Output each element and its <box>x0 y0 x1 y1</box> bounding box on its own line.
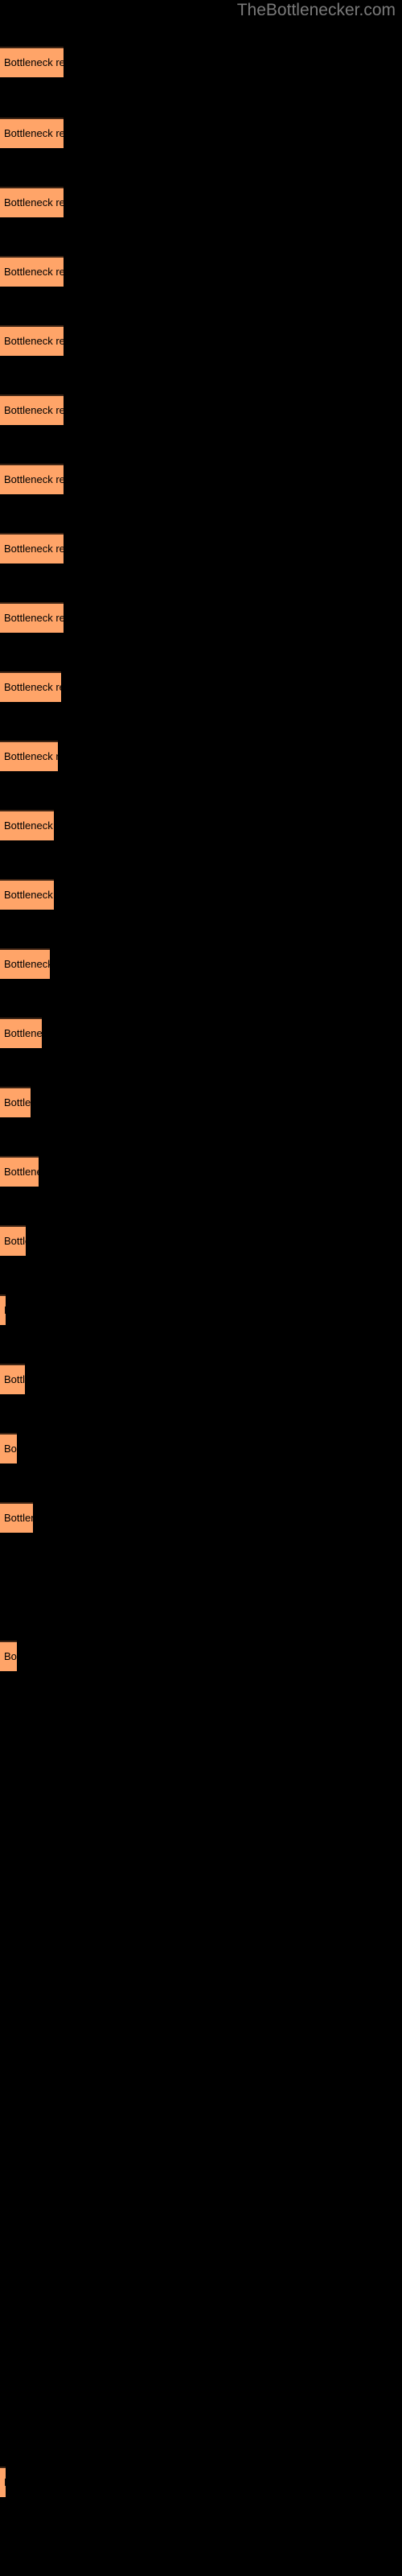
bar-label: Bottleneck result <box>4 1096 31 1108</box>
bar-label: Bottleneck result <box>4 819 54 832</box>
bar-label: Bottleneck result <box>4 1166 39 1178</box>
bottleneck-result-bar[interactable]: Bottleneck result <box>0 1433 17 1463</box>
bottleneck-bar-chart: Bottleneck result Bottleneck result Bottle… <box>0 0 402 2576</box>
bottleneck-result-bar[interactable]: Bottleneck result <box>0 1018 42 1048</box>
bar-label: Bottleneck result <box>4 335 64 347</box>
bar-label: Bottleneck result <box>4 750 58 762</box>
bar-label: Bottleneck result <box>4 1027 42 1039</box>
bottleneck-result-bar[interactable]: Bottleneck result <box>0 602 64 633</box>
bottleneck-result-bar[interactable]: Bottleneck result <box>0 948 50 979</box>
bar-label: Bottleneck result <box>4 1650 17 1662</box>
bottleneck-result-bar[interactable]: Bottleneck result <box>0 741 58 771</box>
bar-label: Bottleneck result <box>4 612 64 624</box>
bar-label: Bottleneck result <box>4 543 64 555</box>
bar-label: Bottleneck result <box>4 473 64 485</box>
bottleneck-result-bar[interactable]: Bottleneck result <box>0 1364 25 1394</box>
bottleneck-result-bar[interactable]: Bottleneck result <box>0 1502 33 1533</box>
bottleneck-result-bar[interactable]: Bottleneck result <box>0 187 64 217</box>
bar-label: Bottleneck result <box>4 404 64 416</box>
bottleneck-result-bar[interactable]: Bottleneck result <box>0 533 64 564</box>
bottleneck-result-bar[interactable]: Bottleneck result <box>0 1225 26 1256</box>
bar-label: Bottleneck result <box>4 889 54 901</box>
bottleneck-result-bar[interactable]: Bottleneck result <box>0 118 64 148</box>
bottleneck-result-bar[interactable]: Bottleneck result <box>0 325 64 356</box>
bottleneck-result-bar[interactable]: Bottleneck result <box>0 394 64 425</box>
bottleneck-result-bar[interactable]: Bottleneck result <box>0 879 54 910</box>
bottleneck-result-bar[interactable]: Bottleneck result <box>0 256 64 287</box>
bar-label: Bottleneck result <box>4 266 64 278</box>
bottleneck-result-bar[interactable]: Bottleneck result <box>0 464 64 494</box>
bar-label: Bottleneck result <box>4 958 50 970</box>
bar-label: Bottleneck result <box>4 1512 33 1524</box>
bottleneck-result-bar[interactable]: Bottleneck result <box>0 2467 6 2497</box>
bar-label: Bottleneck result <box>4 56 64 68</box>
bottleneck-result-bar[interactable]: Bottleneck result <box>0 1156 39 1187</box>
bottleneck-result-bar[interactable]: Bottleneck result <box>0 671 61 702</box>
bar-label: Bottleneck result <box>4 1235 26 1247</box>
bottleneck-result-bar[interactable]: Bottleneck result <box>0 1641 17 1671</box>
bar-label: Bottleneck result <box>4 196 64 208</box>
bar-label: Bottleneck result <box>4 681 61 693</box>
bottleneck-result-bar[interactable]: Bottleneck result <box>0 1087 31 1117</box>
bar-label: Bottleneck result <box>4 127 64 139</box>
bar-label: Bottleneck result <box>4 2475 6 2489</box>
page-root: TheBottlenecker.com Bottleneck resultBot… <box>0 0 402 2576</box>
bottleneck-result-bar[interactable]: Bottleneck result <box>0 810 54 840</box>
bar-label: Bottleneck result <box>4 1443 17 1455</box>
bar-label: Bottleneck result <box>4 1373 25 1385</box>
bar-label: Bottleneck result <box>4 1303 6 1317</box>
bottleneck-result-bar[interactable]: Bottleneck result <box>0 1294 6 1325</box>
bottleneck-result-bar[interactable]: Bottleneck result <box>0 47 64 77</box>
